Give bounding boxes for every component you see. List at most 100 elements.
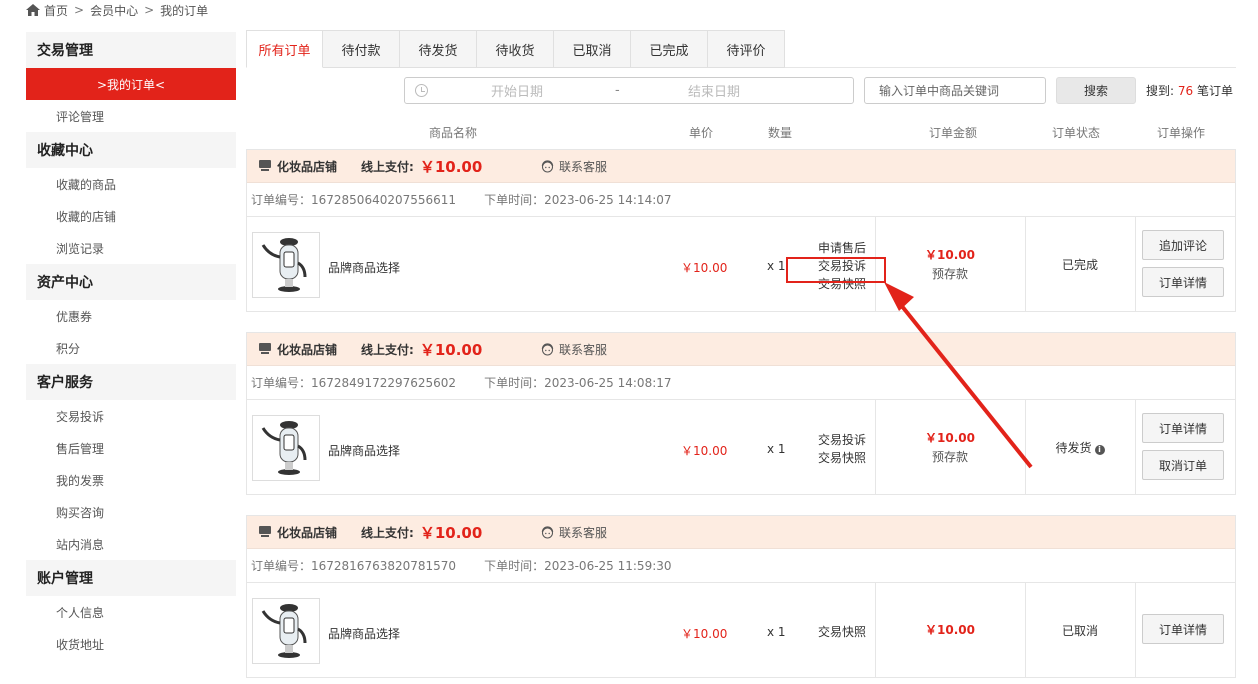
order-amount: ￥10.00 预存款	[875, 246, 1025, 282]
search-button[interactable]: 搜索	[1056, 77, 1136, 104]
product-name[interactable]: 品牌商品选择	[328, 442, 400, 459]
breadcrumb: 首页 > 会员中心 > 我的订单	[26, 0, 208, 20]
trade-snapshot-link[interactable]: 交易快照	[811, 623, 873, 641]
tab-pending-review[interactable]: 待评价	[708, 30, 785, 68]
tab-all-orders[interactable]: 所有订单	[246, 30, 323, 68]
sidebar-item-reviews[interactable]: 评论管理	[26, 100, 236, 132]
tab-cancelled[interactable]: 已取消	[554, 30, 631, 68]
shop-name[interactable]: 化妆品店铺	[277, 341, 337, 358]
sidebar-group-assets: 资产中心	[26, 264, 236, 300]
cancel-order-button[interactable]: 取消订单	[1142, 450, 1224, 480]
sidebar-group-trade: 交易管理	[26, 32, 236, 68]
sidebar-item-points[interactable]: 积分	[26, 332, 236, 364]
order-detail-button[interactable]: 订单详情	[1142, 614, 1224, 644]
header-order-amount: 订单金额	[929, 126, 978, 140]
sidebar-group-service: 客户服务	[26, 364, 236, 400]
info-icon[interactable]: i	[1094, 445, 1105, 455]
tab-pending-shipment[interactable]: 待发货	[400, 30, 477, 68]
order-time: 下单时间：2023-06-25 11:59:30	[484, 559, 672, 573]
apply-after-sales-link[interactable]: 申请售后	[811, 239, 873, 257]
start-date-field[interactable]: 开始日期	[491, 81, 543, 100]
breadcrumb-separator: >	[74, 3, 85, 17]
order-status-label: 待发货	[1055, 441, 1092, 455]
add-review-button[interactable]: 追加评论	[1142, 230, 1224, 260]
contact-service-link[interactable]: 联系客服	[541, 524, 607, 541]
order-detail-button[interactable]: 订单详情	[1142, 413, 1224, 443]
pay-label: 线上支付:	[361, 342, 414, 357]
header-product-name: 商品名称	[429, 126, 478, 140]
contact-service-link[interactable]: 联系客服	[541, 158, 607, 175]
unit-price: ￥10.00	[681, 444, 728, 458]
product-name[interactable]: 品牌商品选择	[328, 625, 400, 642]
breadcrumb-current: 我的订单	[160, 3, 209, 18]
date-range-input[interactable]: 开始日期 - 结束日期	[404, 77, 854, 104]
pay-amount: ￥10.00	[419, 523, 483, 542]
product-name[interactable]: 品牌商品选择	[328, 259, 400, 276]
shop-name[interactable]: 化妆品店铺	[277, 158, 337, 175]
order-meta: 订单编号：1672849172297625602 下单时间：2023-06-25…	[247, 366, 1235, 400]
keyword-input[interactable]: 输入订单中商品关键词	[864, 77, 1046, 104]
highlight-box	[786, 257, 886, 283]
breadcrumb-member-center[interactable]: 会员中心	[90, 2, 138, 19]
customer-service-icon	[541, 525, 554, 538]
amount-value: ￥10.00	[925, 623, 975, 637]
order-body: 品牌商品选择 ￥10.00 x 1 交易快照 ￥10.00 已取消 订单详情	[247, 583, 1235, 677]
tab-pending-receipt[interactable]: 待收货	[477, 30, 554, 68]
robot-product-image[interactable]	[252, 232, 320, 298]
result-number: 76	[1177, 84, 1194, 98]
order-status: 已完成	[1061, 258, 1098, 272]
pay-label: 线上支付:	[361, 159, 414, 174]
tab-completed[interactable]: 已完成	[631, 30, 708, 68]
sidebar-item-history[interactable]: 浏览记录	[26, 232, 236, 264]
order-number: 订单编号：1672850640207556611	[251, 193, 457, 207]
contact-service-label[interactable]: 联系客服	[559, 524, 607, 541]
end-date-field[interactable]: 结束日期	[688, 81, 740, 100]
home-icon	[26, 4, 40, 16]
robot-product-image[interactable]	[252, 415, 320, 481]
robot-product-image[interactable]	[252, 598, 320, 664]
sidebar-item-profile[interactable]: 个人信息	[26, 596, 236, 628]
order-card: 化妆品店铺 线上支付: ￥10.00 联系客服 订单编号：16728491722…	[246, 332, 1236, 495]
contact-service-link[interactable]: 联系客服	[541, 341, 607, 358]
sidebar-item-address[interactable]: 收货地址	[26, 628, 236, 660]
amount-note: 预存款	[931, 450, 968, 464]
header-order-status: 订单状态	[1052, 126, 1101, 140]
quantity: x 1	[767, 625, 786, 639]
sidebar-item-coupons[interactable]: 优惠券	[26, 300, 236, 332]
sidebar: 交易管理 >我的订单< 评论管理 收藏中心 收藏的商品 收藏的店铺 浏览记录 资…	[26, 32, 236, 660]
sidebar-item-inquiries[interactable]: 购买咨询	[26, 496, 236, 528]
trade-complaint-link[interactable]: 交易投诉	[811, 431, 873, 449]
sidebar-item-fav-products[interactable]: 收藏的商品	[26, 168, 236, 200]
sidebar-item-my-orders[interactable]: >我的订单<	[26, 68, 236, 100]
clock-icon	[415, 84, 428, 97]
date-separator: -	[615, 83, 620, 98]
result-count: 搜到: 76 笔订单	[1146, 82, 1233, 99]
sidebar-item-invoices[interactable]: 我的发票	[26, 464, 236, 496]
sidebar-group-favorites: 收藏中心	[26, 132, 236, 168]
contact-service-label[interactable]: 联系客服	[559, 341, 607, 358]
amount-value: ￥10.00	[925, 248, 975, 262]
trade-snapshot-link[interactable]: 交易快照	[811, 449, 873, 467]
shop-name[interactable]: 化妆品店铺	[277, 524, 337, 541]
result-suffix: 笔订单	[1196, 84, 1233, 98]
breadcrumb-home[interactable]: 首页	[44, 2, 68, 19]
unit-price: ￥10.00	[681, 627, 728, 641]
sidebar-item-complaints[interactable]: 交易投诉	[26, 400, 236, 432]
breadcrumb-separator: >	[144, 3, 155, 17]
table-header: 商品名称 单价 数量 订单金额 订单状态 订单操作	[246, 120, 1236, 142]
amount-value: ￥10.00	[925, 431, 975, 445]
order-amount: ￥10.00	[875, 621, 1025, 638]
sidebar-item-fav-shops[interactable]: 收藏的店铺	[26, 200, 236, 232]
sidebar-item-after-sales[interactable]: 售后管理	[26, 432, 236, 464]
result-prefix: 搜到:	[1146, 84, 1175, 98]
order-card: 化妆品店铺 线上支付: ￥10.00 联系客服 订单编号：16728506402…	[246, 149, 1236, 312]
customer-service-icon	[541, 342, 554, 355]
order-body: 品牌商品选择 ￥10.00 x 1 交易投诉 交易快照 ￥10.00 预存款 待…	[247, 400, 1235, 494]
order-header: 化妆品店铺 线上支付: ￥10.00 联系客服	[247, 150, 1235, 183]
tab-pending-payment[interactable]: 待付款	[323, 30, 400, 68]
header-order-ops: 订单操作	[1157, 126, 1206, 140]
sidebar-item-messages[interactable]: 站内消息	[26, 528, 236, 560]
contact-service-label[interactable]: 联系客服	[559, 158, 607, 175]
order-detail-button[interactable]: 订单详情	[1142, 267, 1224, 297]
order-header: 化妆品店铺 线上支付: ￥10.00 联系客服	[247, 333, 1235, 366]
